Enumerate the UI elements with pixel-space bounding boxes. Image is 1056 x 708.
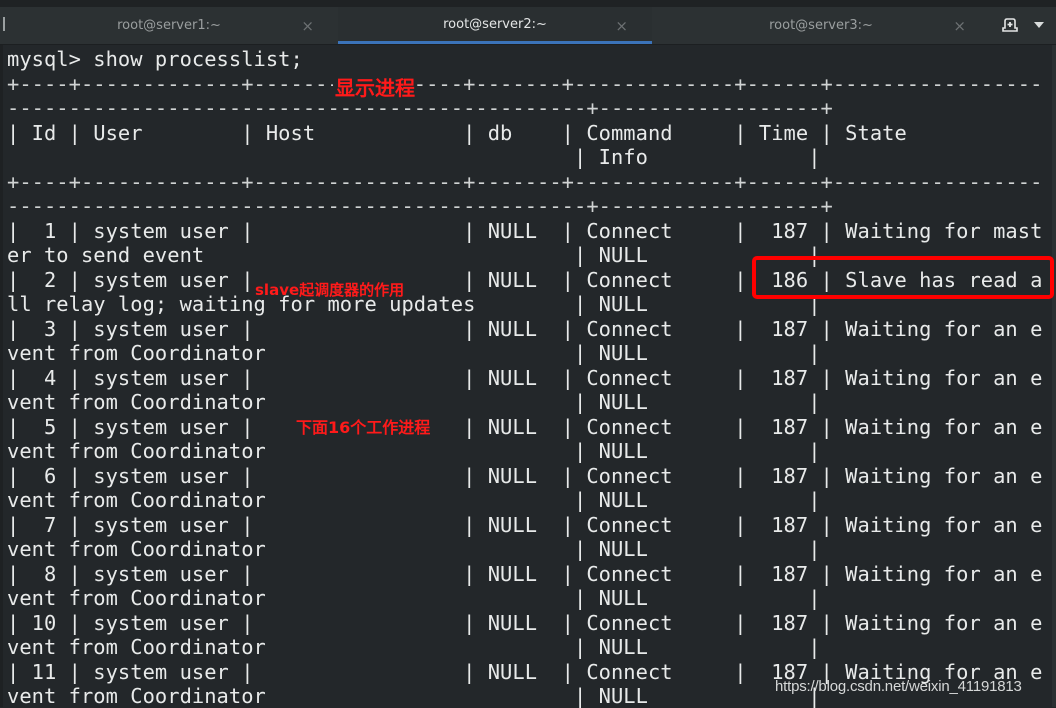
tab-title: root@server2:~ — [443, 16, 547, 32]
table-row: | 1 | system user | | NULL | Connect | 1… — [7, 219, 1043, 243]
close-icon[interactable]: × — [953, 7, 966, 44]
close-icon[interactable]: × — [301, 7, 314, 44]
tab-server2[interactable]: root@server2:~ × — [338, 7, 652, 44]
table-row: | 3 | system user | | NULL | Connect | 1… — [7, 317, 1043, 341]
tab-server3[interactable]: root@server3:~ × — [652, 7, 990, 44]
new-tab-icon[interactable] — [1002, 17, 1018, 33]
annotation-slave-coordinator: slave起调度器的作用 — [255, 281, 405, 299]
window-top-strip — [0, 0, 1056, 7]
table-row: vent from Coordinator | NULL | — [7, 586, 821, 610]
table-border: +----+-------------+-----------------+--… — [7, 72, 1043, 96]
highlight-box — [752, 256, 1054, 299]
command-prompt-line: mysql> show processlist; — [7, 47, 303, 71]
tab-actions — [976, 7, 1056, 44]
table-border: ----------------------------------------… — [7, 96, 833, 120]
table-row: vent from Coordinator | NULL | — [7, 684, 821, 708]
chevron-down-icon[interactable] — [1034, 22, 1044, 28]
tab-server1[interactable]: root@server1:~ × — [0, 7, 338, 44]
table-row: vent from Coordinator | NULL | — [7, 537, 821, 561]
tab-title: root@server3:~ — [769, 18, 873, 33]
table-header: | Info | — [7, 145, 821, 169]
table-row: vent from Coordinator | NULL | — [7, 341, 821, 365]
table-header: | Id | User | Host | db | Command | Time… — [7, 121, 907, 145]
terminal-output[interactable]: mysql> show processlist; +----+---------… — [7, 46, 1056, 708]
tab-title: root@server1:~ — [117, 18, 221, 33]
annotation-show-process: 显示进程 — [333, 72, 417, 101]
table-row: | 4 | system user | | NULL | Connect | 1… — [7, 366, 1043, 390]
close-icon[interactable]: × — [615, 7, 628, 44]
table-row: | 8 | system user | | NULL | Connect | 1… — [7, 562, 1043, 586]
terminal-tab-bar: root@server1:~ × root@server2:~ × root@s… — [0, 7, 1056, 45]
table-border: ----------------------------------------… — [7, 194, 833, 218]
table-row: | 5 | system user | | NULL | Connect | 1… — [7, 415, 1043, 439]
terminal-left-edge — [0, 45, 3, 707]
table-row: vent from Coordinator | NULL | — [7, 488, 821, 512]
table-row: | 10 | system user | | NULL | Connect | … — [7, 611, 1043, 635]
table-row: vent from Coordinator | NULL | — [7, 390, 821, 414]
table-row: | 7 | system user | | NULL | Connect | 1… — [7, 513, 1043, 537]
table-row: er to send event | NULL | — [7, 243, 821, 267]
table-row: vent from Coordinator | NULL | — [7, 635, 821, 659]
watermark: https://blog.csdn.net/weixin_41191813 — [775, 678, 1022, 695]
table-row: ll relay log; waiting for more updates |… — [7, 292, 821, 316]
table-border: +----+-------------+-----------------+--… — [7, 170, 1043, 194]
table-row: vent from Coordinator | NULL | — [7, 439, 821, 463]
table-row: | 6 | system user | | NULL | Connect | 1… — [7, 464, 1043, 488]
annotation-worker-processes: 下面16个工作进程 — [292, 414, 435, 438]
